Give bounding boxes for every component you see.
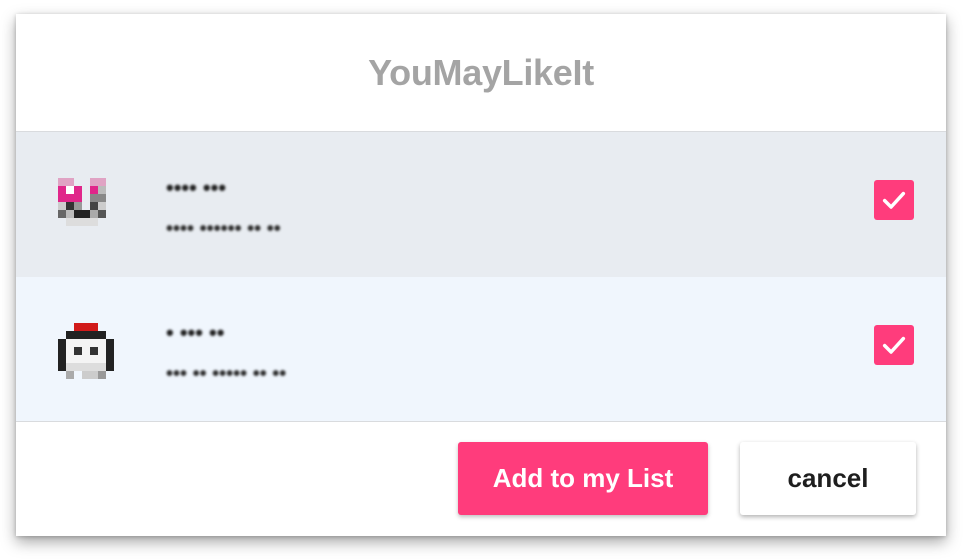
cancel-button[interactable]: cancel — [740, 442, 916, 515]
add-to-list-dialog: YouMayLikeIt •••• ••• •••• •••••• •• •• … — [16, 14, 946, 536]
item-subtitle: ••• •• ••••• •• •• — [166, 363, 287, 385]
item-text: • ••• •• ••• •• ••••• •• •• — [166, 319, 286, 387]
item-name: • ••• •• — [166, 320, 225, 345]
avatar — [50, 315, 130, 395]
item-name: •••• ••• — [166, 175, 227, 200]
item-text: •••• ••• •••• •••••• •• •• — [166, 174, 281, 242]
add-to-list-button[interactable]: Add to my List — [458, 442, 708, 515]
avatar — [50, 170, 130, 250]
dialog-title: YouMayLikeIt — [368, 51, 594, 93]
pixel-art-avatar-pink-icon — [58, 178, 106, 226]
list-item[interactable]: •••• ••• •••• •••••• •• •• — [16, 132, 946, 277]
checkmark-icon — [882, 336, 906, 354]
suggestion-list: •••• ••• •••• •••••• •• •• • ••• •• ••• … — [16, 132, 946, 422]
item-checkbox[interactable] — [874, 180, 914, 220]
pixel-art-avatar-red-icon — [58, 323, 114, 379]
dialog-header: YouMayLikeIt — [16, 14, 946, 132]
checkmark-icon — [882, 191, 906, 209]
item-checkbox[interactable] — [874, 325, 914, 365]
list-item[interactable]: • ••• •• ••• •• ••••• •• •• — [16, 277, 946, 422]
item-subtitle: •••• •••••• •• •• — [166, 218, 281, 240]
dialog-footer: Add to my List cancel — [16, 422, 946, 534]
